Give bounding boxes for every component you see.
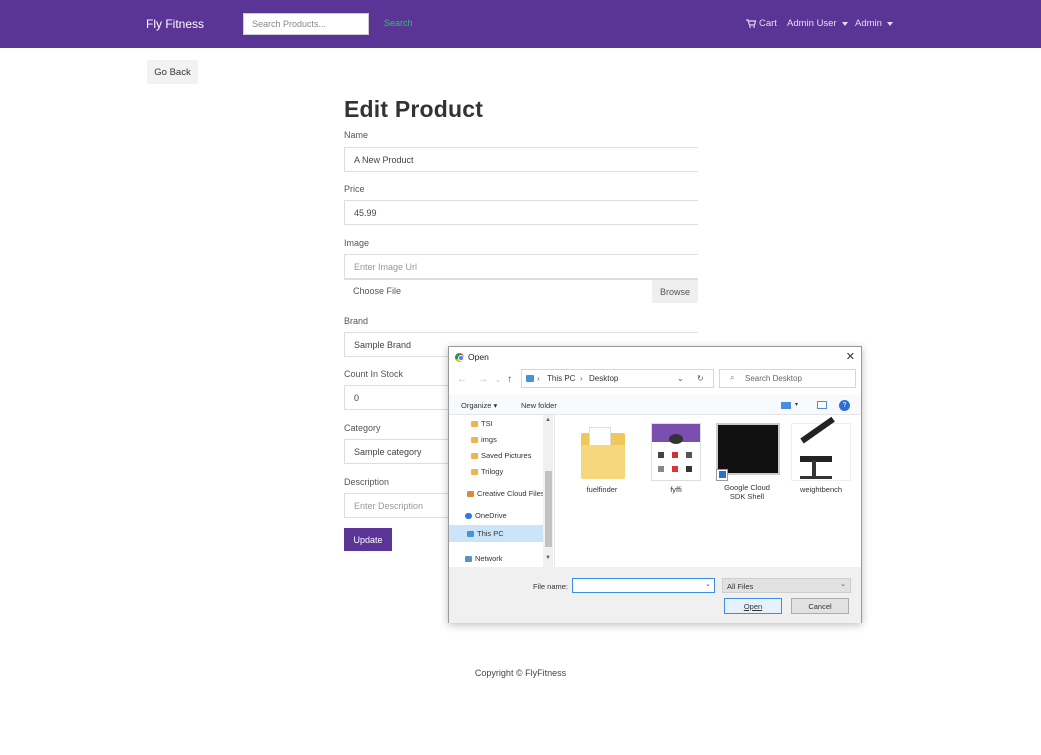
update-button[interactable]: Update	[344, 528, 392, 551]
image-url-field[interactable]	[344, 254, 698, 279]
pc-icon	[526, 375, 534, 382]
breadcrumb-this-pc[interactable]: This PC	[547, 374, 575, 383]
chevron-down-icon[interactable]: ⌄	[705, 580, 711, 588]
open-file-dialog: Open ✕ ← → ⌄ ↑ › This PC › Desktop ⌄ ↻ ⌕…	[448, 346, 862, 623]
count-label: Count In Stock	[344, 369, 404, 379]
search-desktop-placeholder: Search Desktop	[745, 374, 802, 383]
category-label: Category	[344, 423, 381, 433]
file-tile[interactable]: Google Cloud SDK Shell	[716, 423, 780, 501]
file-list: fuelfinder fyffi Google Cloud SDK Shell	[555, 415, 861, 567]
tree-item-trilogy[interactable]: Trilogy	[471, 467, 503, 476]
nav-scrollbar[interactable]: ▲ ▼	[543, 415, 553, 567]
refresh-icon[interactable]: ↻	[697, 374, 704, 383]
cart-link[interactable]: Cart	[746, 18, 777, 29]
chevron-down-icon[interactable]: ⌄	[677, 374, 684, 383]
view-icon[interactable]	[781, 402, 791, 409]
brand-label: Brand	[344, 316, 369, 326]
tree-item-imgs[interactable]: imgs	[471, 435, 497, 444]
file-name-label: File name:	[533, 582, 569, 591]
folder-icon	[471, 468, 478, 475]
preview-pane-icon[interactable]	[817, 401, 827, 409]
breadcrumb-desktop[interactable]: Desktop	[589, 374, 618, 383]
top-navbar: Fly Fitness Search Cart Admin User Admin	[0, 0, 1041, 48]
folder-icon	[577, 423, 627, 481]
cart-label: Cart	[759, 18, 777, 29]
image-label: Image	[344, 238, 370, 248]
recent-dropdown-icon[interactable]: ⌄	[495, 376, 501, 384]
user-menu[interactable]: Admin User	[787, 18, 848, 29]
file-type-select[interactable]: All Files ⌄	[722, 578, 851, 593]
onedrive-icon	[465, 512, 472, 519]
folder-icon	[471, 452, 478, 459]
terminal-icon	[716, 423, 780, 481]
brand-logo[interactable]: Fly Fitness	[146, 17, 204, 31]
price-field[interactable]	[344, 200, 698, 225]
file-tile[interactable]: fyffi	[645, 423, 707, 494]
dialog-titlebar: Open	[455, 352, 489, 362]
name-label: Name	[344, 130, 369, 140]
close-icon[interactable]: ✕	[846, 350, 855, 363]
folder-icon	[471, 436, 478, 443]
tree-item-this-pc[interactable]: This PC	[449, 525, 543, 542]
footer-copyright: Copyright © FlyFitness	[474, 668, 567, 678]
chevron-down-icon	[841, 21, 848, 26]
file-name: Google Cloud SDK Shell	[724, 483, 770, 501]
search-icon: ⌕	[730, 373, 735, 382]
user-menu-label: Admin User	[787, 18, 837, 29]
cancel-button[interactable]: Cancel	[791, 598, 849, 614]
cart-icon	[746, 19, 756, 28]
admin-menu-label: Admin	[855, 18, 882, 29]
description-label: Description	[344, 477, 390, 487]
chevron-down-icon: ⌄	[840, 581, 846, 588]
file-name: fuelfinder	[586, 485, 618, 494]
organize-button[interactable]: Organize ▾	[461, 401, 497, 410]
dialog-bottom-bar: File name: ⌄ All Files ⌄ Open Cancel	[449, 567, 861, 623]
tree-item-network[interactable]: Network	[465, 554, 503, 563]
back-arrow-icon[interactable]: ←	[457, 374, 467, 385]
file-tile[interactable]: fuelfinder	[571, 423, 633, 494]
folder-icon	[471, 420, 478, 427]
help-icon[interactable]: ?	[839, 400, 850, 411]
page-title: Edit Product	[344, 96, 484, 122]
open-button[interactable]: Open	[724, 598, 782, 614]
navigation-pane: TSI imgs Saved Pictures Trilogy Creative…	[449, 415, 555, 567]
scroll-down-icon[interactable]: ▼	[545, 555, 551, 561]
file-name: weightbench	[799, 485, 843, 494]
choose-file-label: Choose File	[353, 286, 402, 296]
image-thumbnail-icon	[651, 423, 701, 481]
file-name: fyffi	[670, 485, 682, 494]
search-button[interactable]: Search	[384, 18, 413, 28]
network-icon	[465, 555, 472, 562]
chevron-down-icon	[886, 21, 893, 26]
file-name-input[interactable]: ⌄	[572, 578, 715, 593]
dialog-title: Open	[468, 352, 489, 362]
chrome-icon	[455, 352, 464, 362]
image-thumbnail-icon	[791, 416, 851, 481]
scrollbar-thumb[interactable]	[545, 471, 552, 547]
chevron-down-icon[interactable]: ▾	[795, 401, 798, 408]
file-tile[interactable]: weightbench	[790, 416, 852, 494]
go-back-button[interactable]: Go Back	[147, 60, 198, 84]
address-bar[interactable]: › This PC › Desktop ⌄ ↻	[521, 369, 714, 388]
price-label: Price	[344, 184, 365, 194]
tree-item-saved-pictures[interactable]: Saved Pictures	[471, 451, 531, 460]
dialog-toolbar: Organize ▾ New folder ▾ ?	[449, 395, 861, 415]
file-input[interactable]: Choose File Browse	[344, 279, 698, 303]
cloud-folder-icon	[467, 490, 474, 497]
new-folder-button[interactable]: New folder	[521, 401, 557, 410]
up-arrow-icon[interactable]: ↑	[507, 374, 512, 385]
name-field[interactable]	[344, 147, 698, 172]
scroll-up-icon[interactable]: ▲	[545, 417, 551, 423]
search-desktop-field[interactable]: ⌕ Search Desktop	[719, 369, 856, 388]
admin-menu[interactable]: Admin	[855, 18, 893, 29]
forward-arrow-icon[interactable]: →	[478, 374, 488, 385]
pc-icon	[467, 530, 474, 537]
search-input[interactable]	[243, 13, 369, 35]
tree-item-creative-cloud[interactable]: Creative Cloud Files	[467, 489, 545, 498]
browse-button[interactable]: Browse	[652, 280, 698, 303]
shortcut-arrow-icon	[719, 471, 726, 478]
tree-item-tsi[interactable]: TSI	[471, 419, 493, 428]
tree-item-onedrive[interactable]: OneDrive	[465, 511, 507, 520]
